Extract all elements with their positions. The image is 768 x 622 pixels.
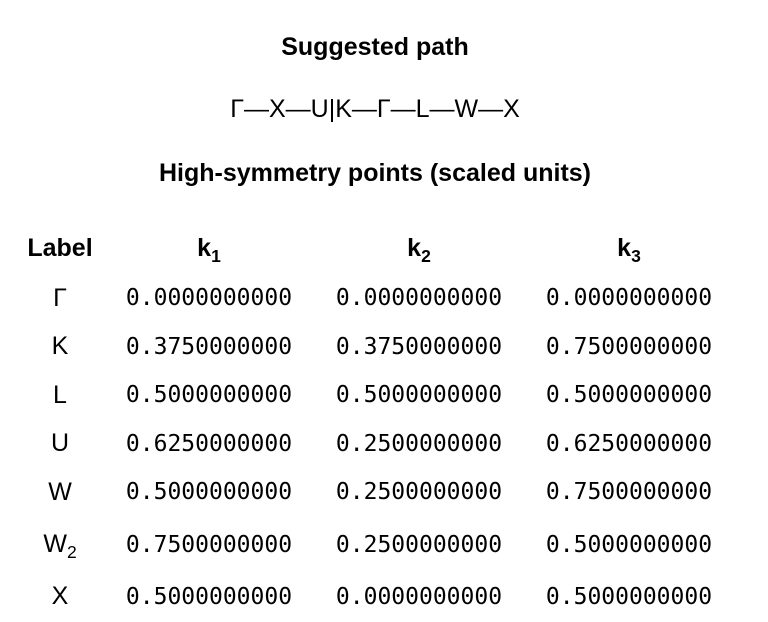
row-k1: 0.5000000000 [125, 382, 293, 409]
high-symmetry-points-table: Label k1 k2 k3 Γ 0.0000000000 0.00000000… [16, 222, 736, 621]
suggested-path: Γ—X—U|K—Γ—L—W—X [0, 94, 750, 124]
row-k2: 0.2500000000 [335, 479, 503, 506]
table-row: X 0.5000000000 0.0000000000 0.5000000000 [16, 573, 736, 622]
row-k2: 0.5000000000 [335, 382, 503, 409]
header-label: Label [27, 233, 93, 262]
header-k3-sub: 3 [631, 245, 641, 266]
path-segment-1: Γ—X—U [230, 95, 329, 123]
row-k2: 0.3750000000 [335, 333, 503, 360]
row-label-text: L [53, 380, 67, 409]
path-segment-2: K—Γ—L—W—X [335, 95, 520, 123]
table-row: W2 0.7500000000 0.2500000000 0.500000000… [16, 517, 736, 573]
high-symmetry-points-title: High-symmetry points (scaled units) [158, 159, 592, 187]
row-k1: 0.0000000000 [125, 285, 293, 312]
row-k2: 0.2500000000 [335, 531, 503, 558]
row-k1: 0.6250000000 [125, 430, 293, 457]
row-k3: 0.6250000000 [545, 430, 713, 457]
row-label-text: U [50, 429, 70, 458]
table-header-row: Label k1 k2 k3 [16, 222, 736, 274]
row-k3: 0.5000000000 [545, 583, 713, 610]
row-label-text: Γ [53, 283, 67, 312]
row-label-sub: 2 [66, 542, 77, 563]
suggested-path-title: Suggested path [281, 33, 469, 61]
header-k3-text: k [617, 233, 632, 262]
row-k3: 0.7500000000 [545, 479, 713, 506]
header-k3: k3 [524, 233, 734, 266]
table-row: L 0.5000000000 0.5000000000 0.5000000000 [16, 371, 736, 420]
header-k1: k1 [104, 233, 314, 266]
row-label-text: W [48, 477, 72, 506]
header-k2: k2 [314, 233, 524, 266]
row-k2: 0.2500000000 [335, 430, 503, 457]
row-k1: 0.5000000000 [125, 479, 293, 506]
header-k2-text: k [407, 233, 422, 262]
row-label: K [16, 332, 104, 361]
row-k1: 0.7500000000 [125, 531, 293, 558]
page: Suggested path Γ—X—U|K—Γ—L—W—X High-symm… [0, 0, 768, 622]
table-row: W 0.5000000000 0.2500000000 0.7500000000 [16, 468, 736, 517]
row-label: W [16, 478, 104, 507]
header-k1-sub: 1 [211, 245, 221, 266]
header-k2-sub: 2 [421, 245, 431, 266]
row-label: W2 [16, 530, 104, 563]
row-k3: 0.0000000000 [545, 285, 713, 312]
table-row: Γ 0.0000000000 0.0000000000 0.0000000000 [16, 274, 736, 323]
row-label-text: X [51, 582, 69, 611]
row-k2: 0.0000000000 [335, 285, 503, 312]
row-label-text: W [43, 530, 67, 558]
row-k1: 0.5000000000 [125, 583, 293, 610]
header-k1-text: k [197, 233, 212, 262]
table-row: U 0.6250000000 0.2500000000 0.6250000000 [16, 420, 736, 469]
row-label: L [16, 381, 104, 410]
row-k2: 0.0000000000 [335, 583, 503, 610]
row-k3: 0.7500000000 [545, 333, 713, 360]
row-label-text: K [51, 332, 69, 361]
row-k1: 0.3750000000 [125, 333, 293, 360]
row-label: U [16, 429, 104, 458]
row-label: X [16, 582, 104, 611]
row-label: Γ [16, 284, 104, 313]
row-k3: 0.5000000000 [545, 531, 713, 558]
table-row: K 0.3750000000 0.3750000000 0.7500000000 [16, 323, 736, 372]
row-k3: 0.5000000000 [545, 382, 713, 409]
